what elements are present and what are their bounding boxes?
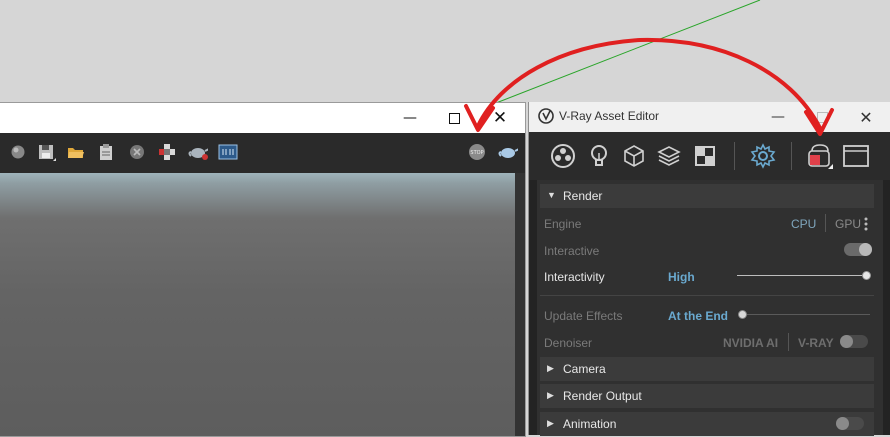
- annotation-arrow: [464, 37, 834, 136]
